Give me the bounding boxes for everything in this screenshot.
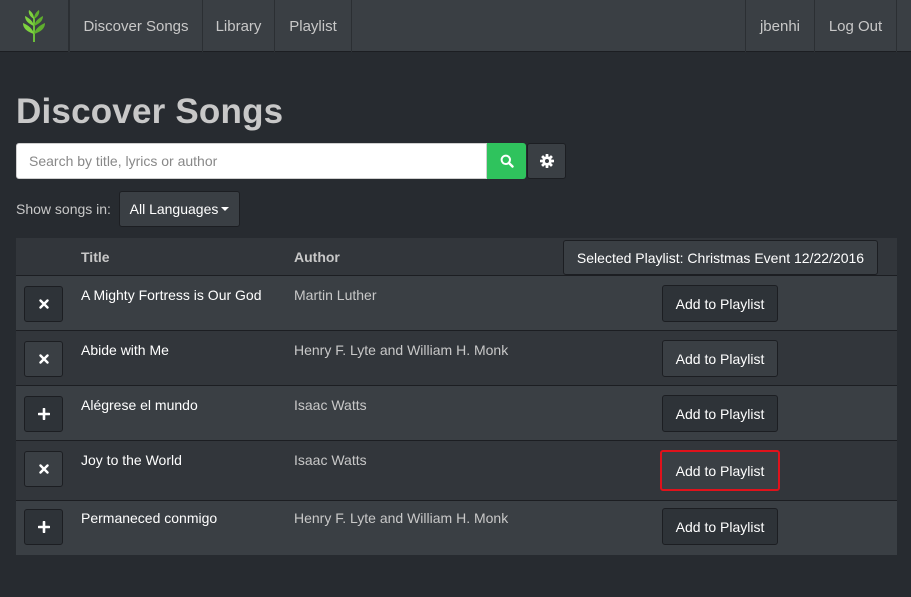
song-title: Abide with Me	[81, 342, 169, 358]
language-dropdown-value: All Languages	[129, 201, 219, 217]
song-author: Henry F. Lyte and William H. Monk	[294, 342, 509, 358]
search-icon	[500, 154, 514, 168]
search-button[interactable]	[487, 143, 526, 179]
settings-button[interactable]	[527, 143, 566, 179]
plus-icon	[37, 408, 50, 420]
song-author: Martin Luther	[294, 287, 377, 303]
selected-playlist-button[interactable]: Selected Playlist: Christmas Event 12/22…	[563, 240, 878, 275]
song-author: Isaac Watts	[294, 397, 367, 413]
table-row: A Mighty Fortress is Our God Martin Luth…	[16, 276, 897, 331]
language-dropdown[interactable]: All Languages	[119, 191, 240, 227]
song-title: Joy to the World	[81, 452, 182, 468]
table-row: Alégrese el mundo Isaac Watts Add to Pla…	[16, 386, 897, 441]
nav-logout[interactable]: Log Out	[814, 0, 897, 52]
search-input[interactable]	[16, 143, 487, 179]
remove-song-button[interactable]	[24, 341, 63, 377]
close-icon	[38, 354, 49, 364]
add-to-playlist-button[interactable]: Add to Playlist	[660, 450, 780, 491]
table-row: Permaneced conmigo Henry F. Lyte and Wil…	[16, 501, 897, 555]
close-icon	[38, 299, 49, 309]
nav-playlist[interactable]: Playlist	[274, 0, 352, 52]
page-title: Discover Songs	[16, 92, 284, 131]
gear-icon	[539, 154, 554, 168]
nav-library[interactable]: Library	[202, 0, 274, 52]
table-header: Title Author Selected Playlist: Christma…	[16, 238, 897, 276]
add-to-playlist-button[interactable]: Add to Playlist	[662, 340, 778, 377]
add-to-playlist-button[interactable]: Add to Playlist	[662, 508, 778, 545]
songs-table: Title Author Selected Playlist: Christma…	[16, 238, 897, 555]
song-author: Henry F. Lyte and William H. Monk	[294, 510, 509, 526]
column-header-author: Author	[294, 249, 340, 265]
caret-down-icon	[221, 207, 230, 211]
add-song-button[interactable]	[24, 396, 63, 432]
column-header-title: Title	[81, 249, 110, 265]
remove-song-button[interactable]	[24, 451, 63, 487]
add-to-playlist-button[interactable]: Add to Playlist	[662, 285, 778, 322]
table-row: Joy to the World Isaac Watts Add to Play…	[16, 441, 897, 501]
add-to-playlist-button[interactable]: Add to Playlist	[662, 395, 778, 432]
table-row: Abide with Me Henry F. Lyte and William …	[16, 331, 897, 386]
nav-user[interactable]: jbenhi	[745, 0, 814, 52]
leaf-icon	[23, 10, 45, 42]
brand-logo[interactable]	[0, 0, 69, 52]
navbar: Discover Songs Library Playlist jbenhi L…	[0, 0, 911, 52]
add-song-button[interactable]	[24, 509, 63, 545]
nav-discover-songs[interactable]: Discover Songs	[69, 0, 202, 52]
song-title: A Mighty Fortress is Our God	[81, 287, 262, 303]
remove-song-button[interactable]	[24, 286, 63, 322]
song-author: Isaac Watts	[294, 452, 367, 468]
song-title: Alégrese el mundo	[81, 397, 198, 413]
close-icon	[38, 464, 49, 474]
song-title: Permaneced conmigo	[81, 510, 218, 526]
language-filter-label: Show songs in:	[16, 201, 111, 217]
plus-icon	[37, 521, 50, 533]
